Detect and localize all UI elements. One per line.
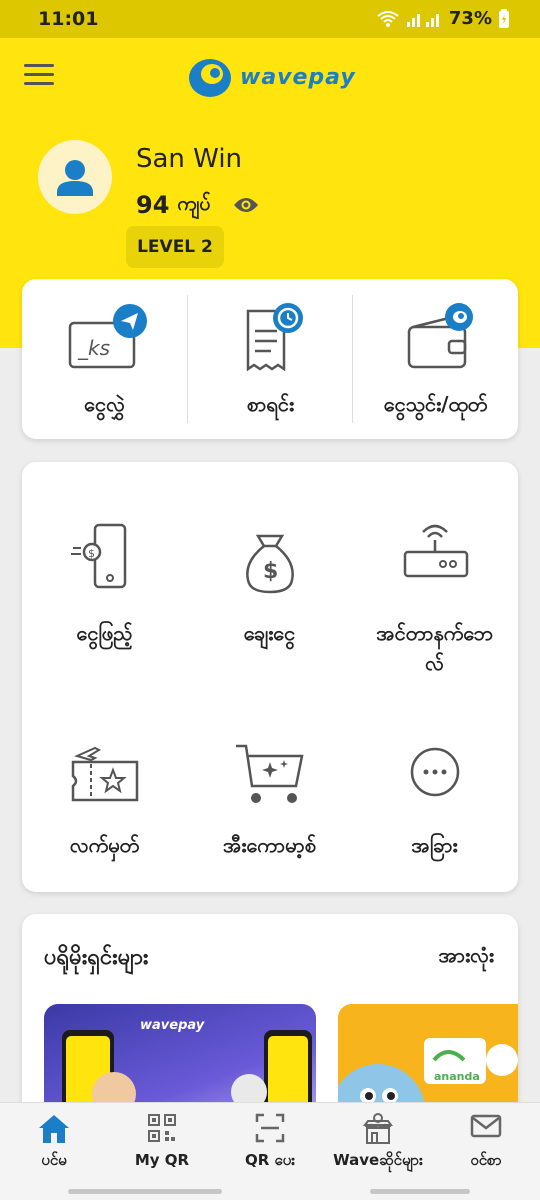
services-card: $ ငွေဖြည့် $ ချေးငွေ အင်တာနက်ဘေ လ် လက်မှ… [22, 462, 518, 892]
signal-icon [406, 13, 439, 27]
svg-text:$: $ [88, 547, 95, 560]
hamburger-icon-line [24, 82, 54, 85]
cash-in-out-button[interactable]: ငွေသွင်း/ထုတ် [353, 279, 518, 439]
gesture-bar [68, 1189, 222, 1194]
home-icon [39, 1115, 69, 1143]
see-all-link[interactable]: အားလုံး [439, 942, 495, 972]
nav-label-inbox: ဝင်စာ [470, 1151, 502, 1169]
wifi-icon [377, 10, 399, 27]
service-label-loan: ချေးငွေ [243, 621, 296, 645]
wallet-icon [407, 303, 473, 369]
eye-icon[interactable] [233, 196, 259, 214]
nav-label-home: ပင်မ [41, 1151, 67, 1169]
balance: 94 ကျပ် [136, 190, 259, 220]
bottom-navigation: ပင်မ My QR QR ပေး Waveဆိုင်များ ဝင်စာ [0, 1102, 540, 1200]
nav-inbox[interactable]: ဝင်စာ [432, 1103, 540, 1183]
hamburger-icon-line [24, 73, 54, 76]
svg-text:$: $ [263, 559, 278, 584]
level-badge: LEVEL 2 [126, 226, 224, 268]
mail-icon [470, 1114, 502, 1138]
shop-icon [363, 1113, 393, 1144]
nav-label-wave-shops: Waveဆိုင်များ [333, 1151, 423, 1169]
battery-percent: 73% [448, 8, 492, 29]
scan-icon [255, 1113, 285, 1143]
quick-label-cash: ငွေသွင်း/ထုတ် [383, 392, 488, 416]
history-button[interactable]: စာရင်း [188, 279, 353, 439]
nav-label-my-qr: My QR [134, 1151, 190, 1169]
service-label-internet: အင်တာနက်ဘေ လ် [352, 618, 517, 678]
balance-amount: 94 [136, 191, 170, 219]
quick-label-transfer: ငွေလွှဲ [84, 392, 125, 416]
battery-icon [499, 8, 509, 28]
ecommerce-button[interactable]: အီးကောမာ့စ် [187, 742, 352, 932]
app-header: wavepay [0, 38, 540, 118]
money-transfer-button[interactable]: _ks ငွေလွှဲ [22, 279, 187, 439]
service-label-more: အခြား [411, 833, 458, 857]
more-button[interactable]: အခြား [352, 742, 517, 932]
history-receipt-icon [246, 303, 303, 372]
logo-text: wavepay [240, 64, 356, 90]
phone-topup-icon: $ [70, 523, 126, 589]
wavepay-logo-icon [189, 59, 231, 97]
gesture-bar [370, 1189, 470, 1194]
service-label-internet-line2: လ် [425, 651, 444, 675]
nav-qr-pay[interactable]: QR ပေး [216, 1103, 324, 1183]
ticket-button[interactable]: လက်မှတ် [22, 742, 187, 932]
promotions-card: ပရိုမိုးရှင်းများ အားလုံး wavepay ananda [22, 914, 518, 1134]
wavepay-logo: wavepay [186, 52, 356, 102]
nav-home[interactable]: ပင်မ [0, 1103, 108, 1183]
service-label-ticket: လက်မှတ် [69, 833, 140, 857]
cart-icon [235, 744, 304, 803]
service-label-topup: ငွေဖြည့် [76, 621, 133, 645]
nav-my-qr[interactable]: My QR [108, 1103, 216, 1183]
promotions-title: ပရိုမိုးရှင်းများ [44, 945, 149, 970]
money-bag-icon: $ [245, 534, 294, 594]
qr-code-icon [148, 1114, 176, 1142]
nav-wave-shops[interactable]: Waveဆိုင်များ [324, 1103, 432, 1183]
more-icon [410, 747, 459, 797]
svg-text:_ks: _ks [77, 336, 110, 360]
user-icon [57, 160, 93, 196]
avatar[interactable] [38, 140, 112, 214]
money-transfer-icon: _ks [68, 304, 147, 369]
promo-banner-2-brand: ananda [434, 1070, 480, 1083]
internet-bill-button[interactable]: အင်တာနက်ဘေ လ် [352, 522, 517, 712]
service-label-ecommerce: အီးကောမာ့စ် [223, 833, 316, 857]
user-name: San Win [136, 144, 243, 174]
menu-button[interactable] [24, 64, 54, 90]
topup-button[interactable]: $ ငွေဖြည့် [22, 522, 187, 712]
balance-currency: ကျပ် [177, 191, 211, 215]
router-icon [403, 524, 468, 578]
service-label-internet-line1: အင်တာနက်ဘေ [376, 621, 493, 645]
ticket-icon [71, 746, 138, 802]
hamburger-icon-line [24, 64, 54, 67]
quick-actions-card: _ks ငွေလွှဲ စာရင်း ငွေသွင်း/ထုတ် [22, 279, 518, 439]
loan-button[interactable]: $ ချေးငွေ [187, 522, 352, 712]
status-icons: 73% [377, 8, 510, 29]
status-time: 11:01 [38, 8, 99, 30]
quick-label-history: စာရင်း [246, 392, 295, 416]
status-bar: 11:01 73% [0, 0, 540, 38]
nav-label-qr-pay: QR ပေး [244, 1151, 296, 1169]
